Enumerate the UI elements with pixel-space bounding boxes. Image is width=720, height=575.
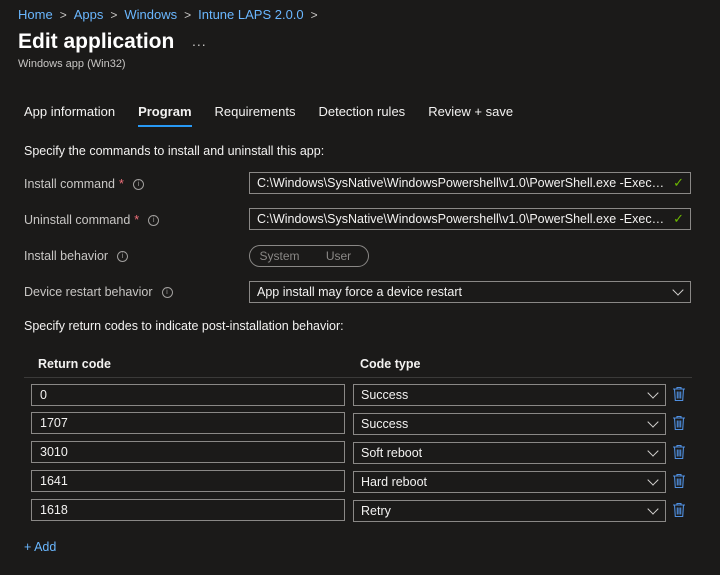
column-header-return-code: Return code (38, 357, 111, 371)
code-type-dropdown[interactable]: Soft reboot (353, 442, 666, 464)
install-command-value: C:\Windows\SysNative\WindowsPowershell\v… (257, 176, 669, 190)
install-behavior-user[interactable]: User (309, 246, 368, 266)
tab-bar: App information Program Requirements Det… (24, 104, 536, 127)
checkmark-icon: ✓ (673, 175, 684, 190)
delete-icon[interactable] (672, 502, 686, 518)
tab-detection-rules[interactable]: Detection rules (318, 104, 405, 125)
code-type-dropdown[interactable]: Success (353, 413, 666, 435)
chevron-down-icon (672, 284, 684, 296)
column-header-code-type: Code type (360, 357, 421, 371)
code-type-dropdown[interactable]: Hard reboot (353, 471, 666, 493)
install-behavior-system[interactable]: System (250, 246, 309, 266)
uninstall-command-label-text: Uninstall command (24, 213, 131, 227)
required-marker: * (134, 213, 140, 227)
return-codes-heading: Specify return codes to indicate post-in… (24, 319, 344, 333)
install-behavior-label-text: Install behavior (24, 249, 109, 263)
ellipsis-icon[interactable]: ... (192, 33, 207, 49)
delete-icon[interactable] (672, 473, 686, 489)
device-restart-label: Device restart behavior i (24, 285, 173, 299)
code-type-value: Success (361, 417, 409, 431)
delete-icon[interactable] (672, 415, 686, 431)
delete-icon[interactable] (672, 386, 686, 402)
install-command-label-text: Install command (24, 177, 116, 191)
delete-icon[interactable] (672, 444, 686, 460)
code-type-value: Hard reboot (361, 475, 428, 489)
chevron-down-icon (647, 387, 659, 399)
install-behavior-toggle: System User (249, 245, 369, 267)
commands-heading: Specify the commands to install and unin… (24, 144, 325, 158)
info-icon[interactable]: i (117, 250, 129, 262)
breadcrumb-separator: > (59, 7, 67, 22)
uninstall-command-field[interactable]: C:\Windows\SysNative\WindowsPowershell\v… (249, 208, 691, 230)
uninstall-command-value: C:\Windows\SysNative\WindowsPowershell\v… (257, 212, 669, 226)
breadcrumb-app[interactable]: Intune LAPS 2.0.0 (198, 7, 304, 22)
code-type-value: Success (361, 388, 409, 402)
add-return-code-button[interactable]: + Add (24, 540, 56, 554)
required-marker: * (119, 177, 124, 191)
return-code-input[interactable]: 3010 (31, 441, 345, 463)
tab-requirements[interactable]: Requirements (215, 104, 296, 125)
breadcrumb: Home > Apps > Windows > Intune LAPS 2.0.… (18, 7, 325, 22)
info-icon[interactable]: i (148, 214, 160, 226)
chevron-down-icon (647, 503, 659, 515)
breadcrumb-separator: > (310, 7, 318, 22)
code-type-dropdown[interactable]: Success (353, 384, 666, 406)
page-subtitle: Windows app (Win32) (18, 58, 126, 70)
return-code-input[interactable]: 1707 (31, 412, 345, 434)
info-icon[interactable]: i (132, 178, 144, 190)
device-restart-value: App install may force a device restart (257, 285, 462, 299)
return-code-input[interactable]: 1641 (31, 470, 345, 492)
breadcrumb-home[interactable]: Home (18, 7, 53, 22)
install-command-field[interactable]: C:\Windows\SysNative\WindowsPowershell\v… (249, 172, 691, 194)
device-restart-dropdown[interactable]: App install may force a device restart (249, 281, 691, 303)
uninstall-command-label: Uninstall command * i (24, 213, 160, 227)
checkmark-icon: ✓ (673, 211, 684, 226)
tab-program[interactable]: Program (138, 104, 193, 127)
breadcrumb-separator: > (110, 7, 118, 22)
info-icon[interactable]: i (161, 286, 173, 298)
chevron-down-icon (647, 445, 659, 457)
code-type-value: Soft reboot (361, 446, 423, 460)
tab-app-information[interactable]: App information (24, 104, 115, 125)
code-type-value: Retry (361, 504, 391, 518)
tab-review-save[interactable]: Review + save (428, 104, 513, 125)
chevron-down-icon (647, 416, 659, 428)
breadcrumb-windows[interactable]: Windows (124, 7, 177, 22)
return-code-input[interactable]: 1618 (31, 499, 345, 521)
install-behavior-label: Install behavior i (24, 249, 129, 263)
table-header-divider (24, 377, 692, 378)
breadcrumb-apps[interactable]: Apps (74, 7, 104, 22)
device-restart-label-text: Device restart behavior (24, 285, 153, 299)
install-command-label: Install command * i (24, 177, 144, 191)
breadcrumb-separator: > (184, 7, 192, 22)
code-type-dropdown[interactable]: Retry (353, 500, 666, 522)
return-code-input[interactable]: 0 (31, 384, 345, 406)
chevron-down-icon (647, 474, 659, 486)
page-title: Edit application (18, 30, 175, 53)
